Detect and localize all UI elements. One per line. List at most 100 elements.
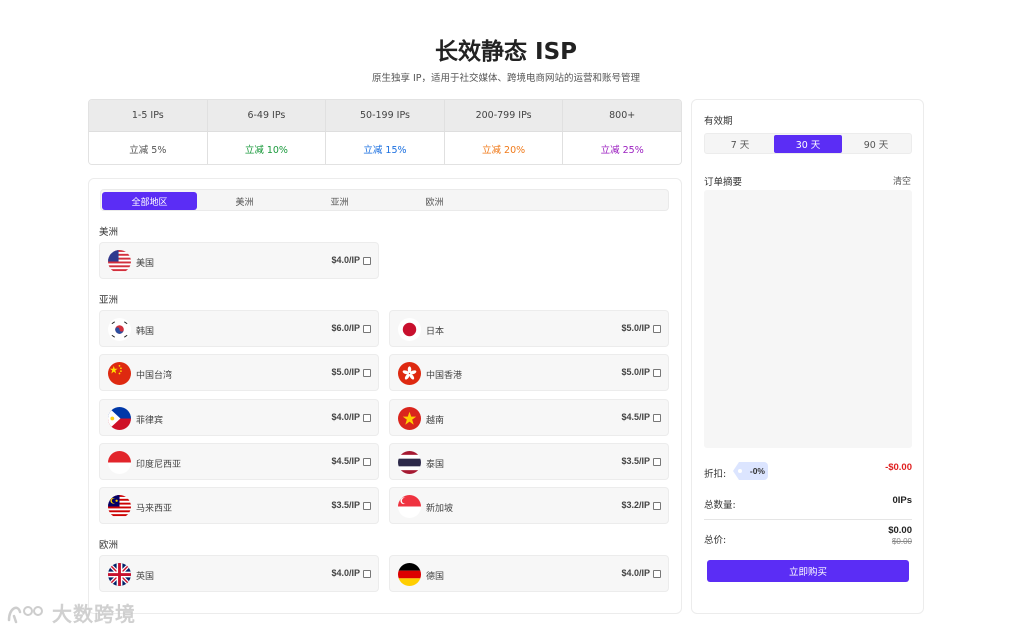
region-tabs: 全部地区 美洲 亚洲 欧洲: [100, 189, 669, 211]
country-name: 马来西亚: [136, 504, 173, 514]
my-flag-icon: [108, 495, 131, 518]
country-checkbox[interactable]: [363, 369, 371, 377]
country-name: 越南: [426, 416, 445, 426]
group-title-europe: 欧洲: [99, 540, 119, 551]
country-price: $4.0/IP: [331, 412, 360, 422]
country-price: $4.0/IP: [331, 255, 360, 265]
tw-flag-icon: [108, 362, 131, 385]
country-card-de[interactable]: 德国 $4.0/IP: [389, 555, 669, 592]
tier-range-4: 200-799 IPs: [445, 100, 564, 131]
group-title-asia: 亚洲: [99, 295, 119, 306]
country-name: 菲律宾: [136, 416, 164, 426]
country-name: 日本: [426, 327, 445, 337]
country-price: $3.5/IP: [621, 456, 650, 466]
quantity-label: 总数量:: [704, 500, 736, 511]
country-checkbox[interactable]: [653, 369, 661, 377]
watermark-text: 大数跨境: [52, 602, 136, 626]
country-name: 中国台湾: [136, 371, 173, 381]
group-title-americas: 美洲: [99, 227, 119, 238]
tab-asia[interactable]: 亚洲: [292, 192, 387, 210]
country-card-id[interactable]: 印度尼西亚 $4.5/IP: [99, 443, 379, 480]
page-title: 长效静态 ISP: [435, 39, 577, 65]
de-flag-icon: [398, 563, 421, 586]
discount-percent: -0%: [749, 466, 765, 476]
country-checkbox[interactable]: [653, 502, 661, 510]
clear-button[interactable]: 清空: [893, 174, 911, 187]
country-card-tw[interactable]: 中国台湾 $5.0/IP: [99, 354, 379, 391]
sg-flag-icon: [398, 495, 421, 518]
th-flag-icon: [398, 451, 421, 474]
country-name: 英国: [136, 572, 155, 582]
watermark: 大数跨境: [6, 598, 136, 627]
country-checkbox[interactable]: [653, 414, 661, 422]
country-price: $3.5/IP: [331, 500, 360, 510]
country-card-jp[interactable]: 日本 $5.0/IP: [389, 310, 669, 347]
country-checkbox[interactable]: [363, 502, 371, 510]
original-price: $0.00: [891, 537, 912, 546]
country-card-ph[interactable]: 菲律宾 $4.0/IP: [99, 399, 379, 436]
period-90-days[interactable]: 90 天: [842, 135, 910, 153]
tier-range-5: 800+: [609, 110, 636, 121]
us-flag-icon: [108, 250, 131, 273]
tab-europe[interactable]: 欧洲: [387, 192, 482, 210]
tag-hole: [738, 469, 742, 473]
country-price: $4.0/IP: [621, 568, 650, 578]
country-checkbox[interactable]: [653, 325, 661, 333]
total-label: 总价:: [704, 535, 727, 546]
kr-flag-icon: [108, 318, 131, 341]
tier-discount-3: 立减 15%: [326, 132, 445, 164]
tier-discount-5: 立减 25%: [600, 144, 644, 156]
country-price: $4.5/IP: [331, 456, 360, 466]
discount-tag: -0%: [733, 462, 768, 480]
country-card-vn[interactable]: 越南 $4.5/IP: [389, 399, 669, 436]
id-flag-icon: [108, 451, 131, 474]
period-7-days[interactable]: 7 天: [706, 135, 774, 153]
tier-discount-1: 立减 5%: [89, 132, 208, 164]
country-name: 美国: [136, 259, 155, 269]
period-tabs: 7 天 30 天 90 天: [704, 133, 912, 154]
country-card-th[interactable]: 泰国 $3.5/IP: [389, 443, 669, 480]
discount-label: 折扣:: [704, 469, 727, 480]
country-card-kr[interactable]: 韩国 $6.0/IP: [99, 310, 379, 347]
country-price: $3.2/IP: [621, 500, 650, 510]
country-checkbox[interactable]: [363, 414, 371, 422]
hk-flag-icon: [398, 362, 421, 385]
country-card-hk[interactable]: 中国香港 $5.0/IP: [389, 354, 669, 391]
tab-americas[interactable]: 美洲: [197, 192, 292, 210]
country-checkbox[interactable]: [653, 570, 661, 578]
country-card-sg[interactable]: 新加坡 $3.2/IP: [389, 487, 669, 524]
buy-now-button[interactable]: 立即购买: [707, 560, 909, 582]
country-name: 新加坡: [426, 504, 454, 514]
summary-divider: [704, 519, 912, 520]
watermark-logo-icon: [7, 605, 43, 623]
validity-label: 有效期: [704, 116, 733, 127]
page-subtitle: 原生独享 IP，适用于社交媒体、跨境电商网站的运营和账号管理: [371, 73, 641, 84]
country-name: 中国香港: [426, 371, 463, 381]
country-checkbox[interactable]: [363, 325, 371, 333]
country-price: $4.0/IP: [331, 568, 360, 578]
country-card-gb[interactable]: 英国 $4.0/IP: [99, 555, 379, 592]
tier-range-3: 50-199 IPs: [326, 100, 445, 131]
country-card-my[interactable]: 马来西亚 $3.5/IP: [99, 487, 379, 524]
volume-discount-table: 1-5 IPs 6-49 IPs 50-199 IPs 200-799 IPs …: [88, 99, 682, 165]
tab-all-regions[interactable]: 全部地区: [102, 192, 197, 210]
country-checkbox[interactable]: [363, 257, 371, 265]
ph-flag-icon: [108, 407, 131, 430]
country-price: $5.0/IP: [621, 323, 650, 333]
country-price: $5.0/IP: [621, 367, 650, 377]
country-price: $5.0/IP: [331, 367, 360, 377]
discount-amount: -$0.00: [885, 462, 912, 473]
order-summary-label: 订单摘要: [704, 177, 743, 188]
country-name: 泰国: [426, 460, 445, 470]
total-price: $0.00: [888, 525, 912, 536]
country-checkbox[interactable]: [363, 570, 371, 578]
vn-flag-icon: [398, 407, 421, 430]
jp-flag-icon: [398, 318, 421, 341]
country-card-us[interactable]: 美国 $4.0/IP: [99, 242, 379, 279]
total-quantity: 0IPs: [892, 495, 912, 506]
period-30-days[interactable]: 30 天: [774, 135, 842, 153]
gb-flag-icon: [108, 563, 131, 586]
country-checkbox[interactable]: [363, 458, 371, 466]
country-checkbox[interactable]: [653, 458, 661, 466]
country-name: 韩国: [136, 327, 155, 337]
